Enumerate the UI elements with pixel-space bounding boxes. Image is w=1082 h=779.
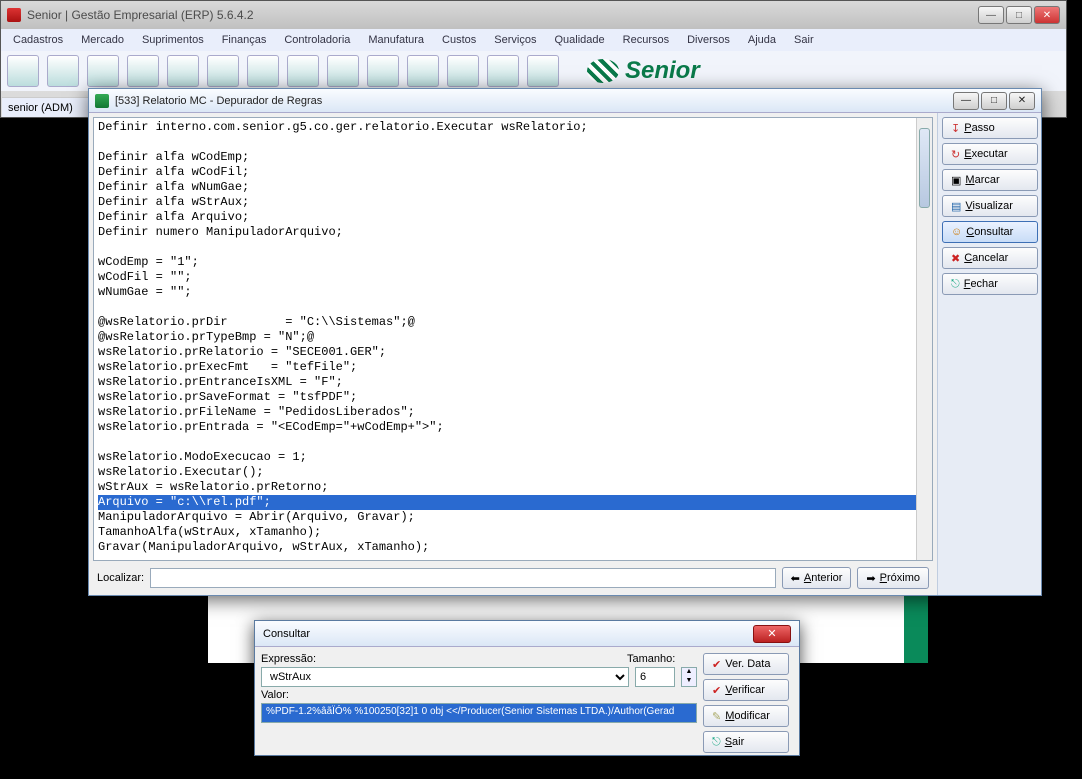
expr-label: Expressão: bbox=[261, 653, 621, 665]
main-title: Senior | Gestão Empresarial (ERP) 5.6.4.… bbox=[27, 8, 978, 22]
debugger-window: [533] Relatorio MC - Depurador de Regras… bbox=[88, 88, 1042, 596]
toolbar-icon-11[interactable] bbox=[407, 55, 439, 87]
check-icon: ✔ bbox=[712, 684, 721, 697]
menu-sair[interactable]: Sair bbox=[786, 32, 822, 48]
toolbar-icon-6[interactable] bbox=[207, 55, 239, 87]
code-scrollbar[interactable] bbox=[916, 118, 932, 560]
tam-spinner[interactable]: ▲ ▼ bbox=[681, 667, 697, 687]
debugger-titlebar: [533] Relatorio MC - Depurador de Regras… bbox=[89, 89, 1041, 113]
menu-diversos[interactable]: Diversos bbox=[679, 32, 738, 48]
toolbar-icon-8[interactable] bbox=[287, 55, 319, 87]
menu-custos[interactable]: Custos bbox=[434, 32, 484, 48]
menu-financas[interactable]: Finanças bbox=[214, 32, 275, 48]
toolbar-icon-4[interactable] bbox=[127, 55, 159, 87]
scrollbar-thumb[interactable] bbox=[919, 128, 930, 208]
toolbar-icon-7[interactable] bbox=[247, 55, 279, 87]
app-icon bbox=[7, 8, 21, 22]
brand-text: Senior bbox=[625, 57, 700, 85]
find-row: Localizar: ⬅ Anterior ➡ Próximo bbox=[93, 565, 933, 591]
brand-logo: Senior bbox=[587, 57, 700, 85]
toolbar-icon-13[interactable] bbox=[487, 55, 519, 87]
find-label: Localizar: bbox=[97, 572, 144, 584]
tam-input[interactable] bbox=[635, 667, 675, 687]
prev-button-label: Anterior bbox=[804, 572, 843, 584]
close-button[interactable]: ✕ bbox=[1034, 6, 1060, 24]
menu-ajuda[interactable]: Ajuda bbox=[740, 32, 784, 48]
window-controls: — □ ✕ bbox=[978, 6, 1060, 24]
modificar-button[interactable]: ✎ Modificar bbox=[703, 705, 789, 727]
main-titlebar: Senior | Gestão Empresarial (ERP) 5.6.4.… bbox=[1, 1, 1066, 29]
toolbar-icon-10[interactable] bbox=[367, 55, 399, 87]
main-toolbar: Senior bbox=[1, 51, 1066, 91]
dw-minimize-button[interactable]: — bbox=[953, 92, 979, 110]
cancel-icon: ✖ bbox=[951, 252, 960, 265]
exit-icon: ⎋ bbox=[712, 736, 721, 749]
spinner-up-icon[interactable]: ▲ bbox=[682, 668, 696, 677]
menu-suprimentos[interactable]: Suprimentos bbox=[134, 32, 212, 48]
verdata-button[interactable]: ✔ Ver. Data bbox=[703, 653, 789, 675]
check-icon: ✔ bbox=[712, 658, 721, 671]
consultar-button[interactable]: ☺ Consultar bbox=[942, 221, 1038, 243]
mark-icon: ▣ bbox=[951, 174, 961, 187]
fechar-button[interactable]: ⎋ Fechar bbox=[942, 273, 1038, 295]
run-icon: ↻ bbox=[951, 148, 960, 161]
code-editor[interactable]: Definir interno.com.senior.g5.co.ger.rel… bbox=[93, 117, 933, 561]
menu-controladoria[interactable]: Controladoria bbox=[276, 32, 358, 48]
arrow-right-icon: ➡ bbox=[866, 572, 875, 585]
find-input[interactable] bbox=[150, 568, 776, 588]
dw-close-button[interactable]: ✕ bbox=[1009, 92, 1035, 110]
status-bar: senior (ADM) bbox=[2, 97, 92, 117]
debugger-title: [533] Relatorio MC - Depurador de Regras bbox=[115, 95, 953, 107]
toolbar-icon-9[interactable] bbox=[327, 55, 359, 87]
close-icon: ⎋ bbox=[951, 278, 960, 291]
toolbar-icon-1[interactable] bbox=[7, 55, 39, 87]
menu-cadastros[interactable]: Cadastros bbox=[5, 32, 71, 48]
view-icon: ▤ bbox=[951, 200, 961, 213]
debugger-side-buttons: ↧ Passo ↻ Executar ▣ Marcar ▤ Visualizar… bbox=[937, 113, 1041, 595]
toolbar-icon-5[interactable] bbox=[167, 55, 199, 87]
spinner-down-icon[interactable]: ▼ bbox=[682, 677, 696, 686]
consult-icon: ☺ bbox=[951, 226, 962, 238]
dw-maximize-button[interactable]: □ bbox=[981, 92, 1007, 110]
next-button[interactable]: ➡ Próximo bbox=[857, 567, 929, 589]
menu-manufatura[interactable]: Manufatura bbox=[360, 32, 432, 48]
tam-label: Tamanho: bbox=[627, 653, 697, 665]
passo-button[interactable]: ↧ Passo bbox=[942, 117, 1038, 139]
edit-icon: ✎ bbox=[712, 710, 721, 723]
consult-titlebar: Consultar ✕ bbox=[255, 621, 799, 647]
sair-button[interactable]: ⎋ Sair bbox=[703, 731, 789, 753]
brand-swirl-icon bbox=[587, 59, 619, 83]
consult-dialog: Consultar ✕ Expressão: Tamanho: wStrAux … bbox=[254, 620, 800, 756]
valor-display[interactable]: %PDF-1.2%âãÏÓ% %100250[32]1 0 obj <</Pro… bbox=[261, 703, 697, 723]
visualizar-button[interactable]: ▤ Visualizar bbox=[942, 195, 1038, 217]
menu-recursos[interactable]: Recursos bbox=[615, 32, 677, 48]
menu-mercado[interactable]: Mercado bbox=[73, 32, 132, 48]
toolbar-icon-3[interactable] bbox=[87, 55, 119, 87]
main-menubar: Cadastros Mercado Suprimentos Finanças C… bbox=[1, 29, 1066, 51]
maximize-button[interactable]: □ bbox=[1006, 6, 1032, 24]
code-highlight-line: Arquivo = "c:\\rel.pdf"; bbox=[98, 495, 928, 510]
prev-button[interactable]: ⬅ Anterior bbox=[782, 567, 852, 589]
code-after: ManipuladorArquivo = Abrir(Arquivo, Grav… bbox=[98, 510, 429, 554]
minimize-button[interactable]: — bbox=[978, 6, 1004, 24]
cancelar-button[interactable]: ✖ Cancelar bbox=[942, 247, 1038, 269]
consult-title: Consultar bbox=[263, 628, 310, 640]
status-user: senior (ADM) bbox=[8, 102, 73, 114]
menu-servicos[interactable]: Serviços bbox=[486, 32, 544, 48]
next-button-label: Próximo bbox=[880, 572, 920, 584]
executar-button[interactable]: ↻ Executar bbox=[942, 143, 1038, 165]
toolbar-icon-2[interactable] bbox=[47, 55, 79, 87]
marcar-button[interactable]: ▣ Marcar bbox=[942, 169, 1038, 191]
valor-label: Valor: bbox=[261, 689, 697, 701]
arrow-left-icon: ⬅ bbox=[791, 572, 800, 585]
consult-close-button[interactable]: ✕ bbox=[753, 625, 791, 643]
debugger-icon bbox=[95, 94, 109, 108]
toolbar-icon-14[interactable] bbox=[527, 55, 559, 87]
code-before: Definir interno.com.senior.g5.co.ger.rel… bbox=[98, 120, 588, 494]
step-icon: ↧ bbox=[951, 122, 960, 135]
toolbar-icon-12[interactable] bbox=[447, 55, 479, 87]
menu-qualidade[interactable]: Qualidade bbox=[546, 32, 612, 48]
verificar-button[interactable]: ✔ Verificar bbox=[703, 679, 789, 701]
expr-select[interactable]: wStrAux bbox=[261, 667, 629, 687]
